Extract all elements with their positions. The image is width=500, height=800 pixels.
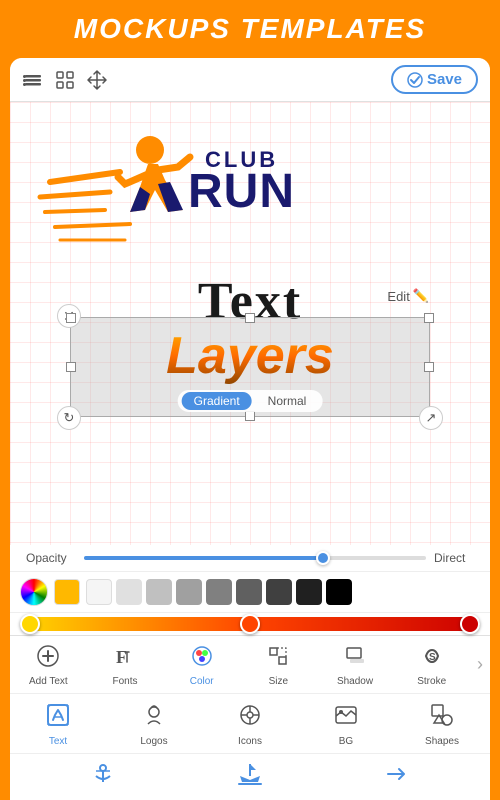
svg-text:S: S [429, 652, 436, 663]
opacity-label: Opacity [26, 551, 76, 565]
grid-icon[interactable] [54, 69, 76, 91]
gradient-thumb-right[interactable] [460, 614, 480, 634]
tool-row-2: Text Logos [10, 694, 490, 754]
logo-image: CLUB RUN [30, 112, 350, 272]
bottom-toolbar: Add Text F Fonts [10, 635, 490, 800]
gradient-thumb-mid[interactable] [240, 614, 260, 634]
fonts-label: Fonts [113, 676, 138, 687]
resize-button[interactable]: ↗ [419, 406, 443, 430]
text-tool-label: Text [49, 736, 67, 747]
logos-label: Logos [140, 736, 167, 747]
swatch-9[interactable] [326, 579, 352, 605]
layers-text: Layers [81, 326, 419, 386]
fonts-icon: F [113, 644, 137, 674]
color-picker-circle[interactable] [20, 578, 48, 606]
blend-tabs: Gradient Normal [178, 390, 323, 412]
edit-label: Edit [387, 289, 409, 304]
size-label: Size [269, 676, 288, 687]
color-section [10, 571, 490, 612]
direct-label: Direct [434, 551, 474, 565]
logos-icon [141, 702, 167, 734]
active-color-square[interactable] [54, 579, 80, 605]
more-tools-button[interactable]: › [470, 654, 490, 675]
stroke-tool[interactable]: S Stroke [393, 636, 470, 693]
gradient-track[interactable] [20, 617, 480, 631]
save-button[interactable]: Save [391, 65, 478, 94]
main-card: Save [10, 58, 490, 800]
text-tool-icon [45, 702, 71, 734]
selected-layer-container[interactable]: ✕ Edit ✏️ Layers ↻ ↗ Gradient Normal [70, 317, 430, 417]
bg-label: BG [339, 736, 353, 747]
normal-tab[interactable]: Normal [256, 392, 319, 410]
shadow-label: Shadow [337, 676, 373, 687]
text-tool[interactable]: Text [10, 694, 106, 753]
nav-row [10, 754, 490, 800]
color-label: Color [190, 676, 214, 687]
shapes-label: Shapes [425, 736, 459, 747]
gradient-section [10, 612, 490, 635]
color-icon [190, 644, 214, 674]
logos-tool[interactable]: Logos [106, 694, 202, 753]
size-icon [266, 644, 290, 674]
shapes-tool[interactable]: Shapes [394, 694, 490, 753]
layers-icon[interactable] [22, 69, 44, 91]
handle-top-mid[interactable] [245, 313, 255, 323]
save-label: Save [427, 71, 462, 88]
opacity-slider[interactable] [84, 556, 426, 560]
swatch-5[interactable] [206, 579, 232, 605]
color-tool[interactable]: Color [163, 636, 240, 693]
swatch-3[interactable] [146, 579, 172, 605]
swatch-6[interactable] [236, 579, 262, 605]
shapes-icon [429, 702, 455, 734]
stroke-label: Stroke [417, 676, 446, 687]
toolbar-left [22, 69, 108, 91]
shadow-icon [343, 644, 367, 674]
handle-top-left[interactable] [66, 313, 76, 323]
swatch-1[interactable] [86, 579, 112, 605]
stroke-icon: S [420, 644, 444, 674]
svg-text:RUN: RUN [188, 165, 295, 218]
handle-right-mid[interactable] [424, 362, 434, 372]
color-row [20, 578, 480, 606]
icons-tool[interactable]: Icons [202, 694, 298, 753]
opacity-thumb[interactable] [316, 551, 330, 565]
tool-row-1: Add Text F Fonts [10, 636, 490, 694]
bg-icon [333, 702, 359, 734]
anchor-nav-icon[interactable] [91, 762, 115, 792]
add-text-tool[interactable]: Add Text [10, 636, 87, 693]
color-swatches [86, 579, 480, 605]
move-icon[interactable] [86, 69, 108, 91]
handle-bottom-mid[interactable] [245, 411, 255, 421]
arrow-nav-icon[interactable] [385, 762, 409, 792]
fonts-tool[interactable]: F Fonts [87, 636, 164, 693]
add-text-label: Add Text [29, 676, 68, 687]
ship-nav-icon[interactable] [236, 762, 264, 792]
icons-label: Icons [238, 736, 262, 747]
header: MOCKUPS TEMPLATES [0, 0, 500, 58]
bg-tool[interactable]: BG [298, 694, 394, 753]
header-title: MOCKUPS TEMPLATES [74, 13, 426, 45]
gradient-tab[interactable]: Gradient [182, 392, 252, 410]
canvas-area: CLUB RUN Text ✕ Edit ✏️ Layers ↻ ↗ [10, 102, 490, 571]
toolbar: Save [10, 58, 490, 102]
swatch-4[interactable] [176, 579, 202, 605]
handle-left-mid[interactable] [66, 362, 76, 372]
swatch-2[interactable] [116, 579, 142, 605]
opacity-row: Opacity Direct [26, 551, 474, 565]
shadow-tool[interactable]: Shadow [317, 636, 394, 693]
icons-icon [237, 702, 263, 734]
swatch-7[interactable] [266, 579, 292, 605]
add-text-icon [36, 644, 60, 674]
rotate-button[interactable]: ↻ [57, 406, 81, 430]
edit-button[interactable]: Edit ✏️ [387, 288, 429, 304]
opacity-section: Opacity Direct [10, 545, 490, 571]
gradient-thumb-left[interactable] [20, 614, 40, 634]
handle-top-right[interactable] [424, 313, 434, 323]
size-tool[interactable]: Size [240, 636, 317, 693]
swatch-8[interactable] [296, 579, 322, 605]
pencil-icon: ✏️ [413, 288, 429, 304]
svg-text:F: F [116, 647, 127, 667]
